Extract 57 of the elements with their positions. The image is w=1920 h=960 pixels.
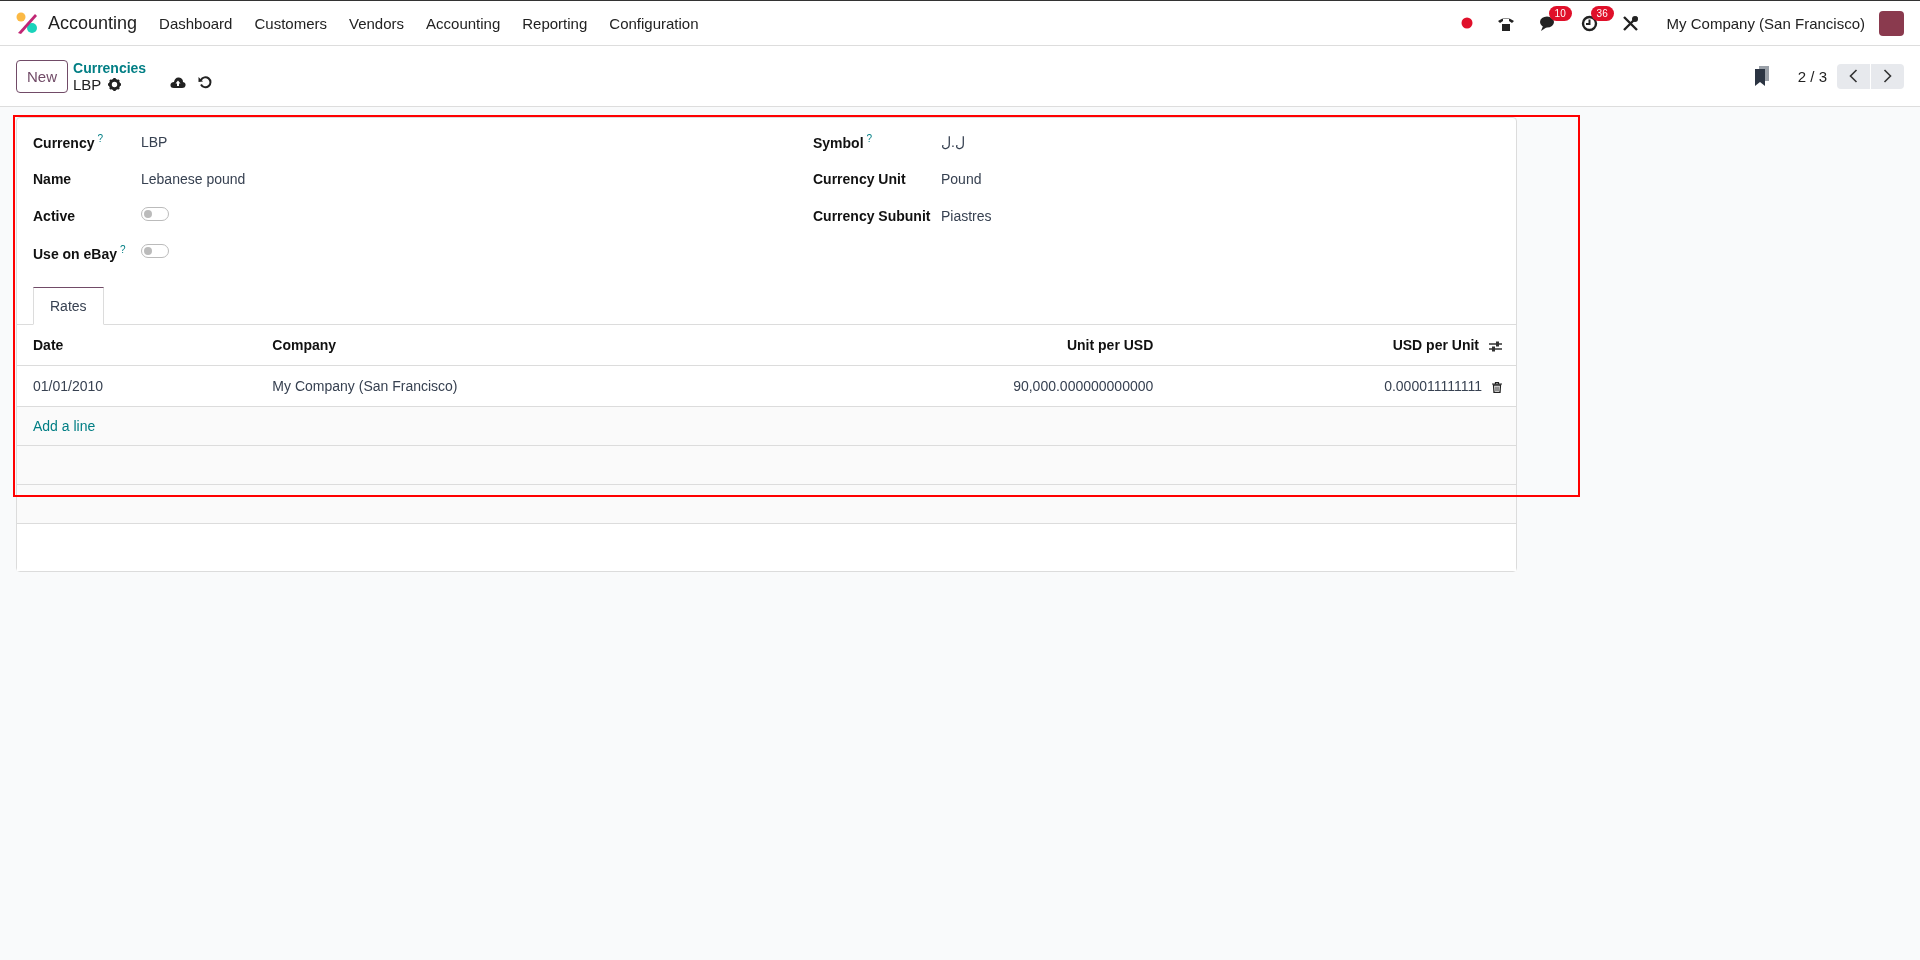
field-label: Use on eBay — [33, 245, 118, 262]
tools-icon[interactable] — [1621, 14, 1639, 32]
app-name[interactable]: Accounting — [48, 12, 138, 34]
field-label: Active — [33, 207, 76, 224]
menu-item[interactable]: Customers — [254, 14, 327, 32]
field-value: LBP — [141, 133, 168, 150]
field-value: Pound — [941, 170, 982, 187]
table-cell: 90,000.000000000000 — [1013, 378, 1154, 394]
pager-value: 2 / 3 — [1797, 67, 1827, 85]
toggle-switch[interactable] — [141, 207, 169, 221]
help-mark[interactable]: ? — [97, 132, 104, 144]
breadcrumb-link[interactable]: Currencies — [73, 59, 147, 76]
count-badge: 36 — [1590, 5, 1614, 21]
table-cell: 01/01/2010 — [33, 378, 104, 394]
chevron-right-icon — [1883, 69, 1892, 83]
field-value: ل.ل — [941, 133, 965, 150]
app-logo-icon[interactable] — [16, 12, 38, 34]
field-label: Currency — [33, 134, 95, 151]
previous-button[interactable] — [1837, 63, 1870, 89]
menu-item[interactable]: Reporting — [522, 14, 588, 32]
menu-item[interactable]: Dashboard — [159, 14, 233, 32]
field-label: Symbol — [813, 134, 864, 151]
column-header[interactable]: Company — [272, 337, 337, 353]
menu-item[interactable]: Vendors — [349, 14, 405, 32]
column-header[interactable]: USD per Unit — [1392, 337, 1479, 353]
new-button[interactable]: New — [16, 59, 68, 93]
help-mark[interactable]: ? — [866, 132, 873, 144]
undo-icon[interactable] — [198, 74, 213, 89]
record-dot-icon[interactable] — [1460, 17, 1473, 29]
record-name: LBP — [73, 75, 102, 93]
column-header[interactable]: Date — [33, 337, 64, 353]
column-header[interactable]: Unit per USD — [1066, 337, 1154, 353]
next-button[interactable] — [1871, 63, 1904, 89]
menu-item[interactable]: Configuration — [609, 14, 699, 32]
cloud-upload-icon[interactable] — [170, 75, 187, 89]
settings-icon[interactable] — [108, 77, 122, 91]
tab[interactable]: Rates — [33, 287, 104, 325]
chat-icon[interactable] — [1538, 14, 1557, 32]
sliders-icon[interactable] — [1489, 340, 1502, 352]
table-cell: 0.000011111111 — [1384, 378, 1482, 394]
add-line-link[interactable]: Add a line — [33, 418, 96, 434]
field-value: Lebanese pound — [141, 170, 246, 187]
toggle-switch[interactable] — [141, 244, 169, 258]
trash-icon[interactable] — [1492, 381, 1502, 393]
field-value: Piastres — [941, 207, 992, 224]
field-label: Name — [33, 170, 72, 187]
menu-item[interactable]: Accounting — [426, 14, 501, 32]
company-switcher[interactable]: My Company (San Francisco) — [1666, 14, 1865, 32]
avatar-placeholder[interactable] — [1879, 10, 1904, 36]
help-mark[interactable]: ? — [120, 243, 126, 255]
field-label: Currency Subunit — [813, 207, 931, 224]
clock-icon[interactable] — [1580, 14, 1598, 32]
bookmarks-icon[interactable] — [1753, 66, 1770, 86]
count-badge: 10 — [1548, 5, 1572, 21]
table-cell: My Company (San Francisco) — [272, 378, 458, 394]
chevron-left-icon — [1849, 69, 1858, 83]
field-label: Currency Unit — [813, 170, 906, 187]
